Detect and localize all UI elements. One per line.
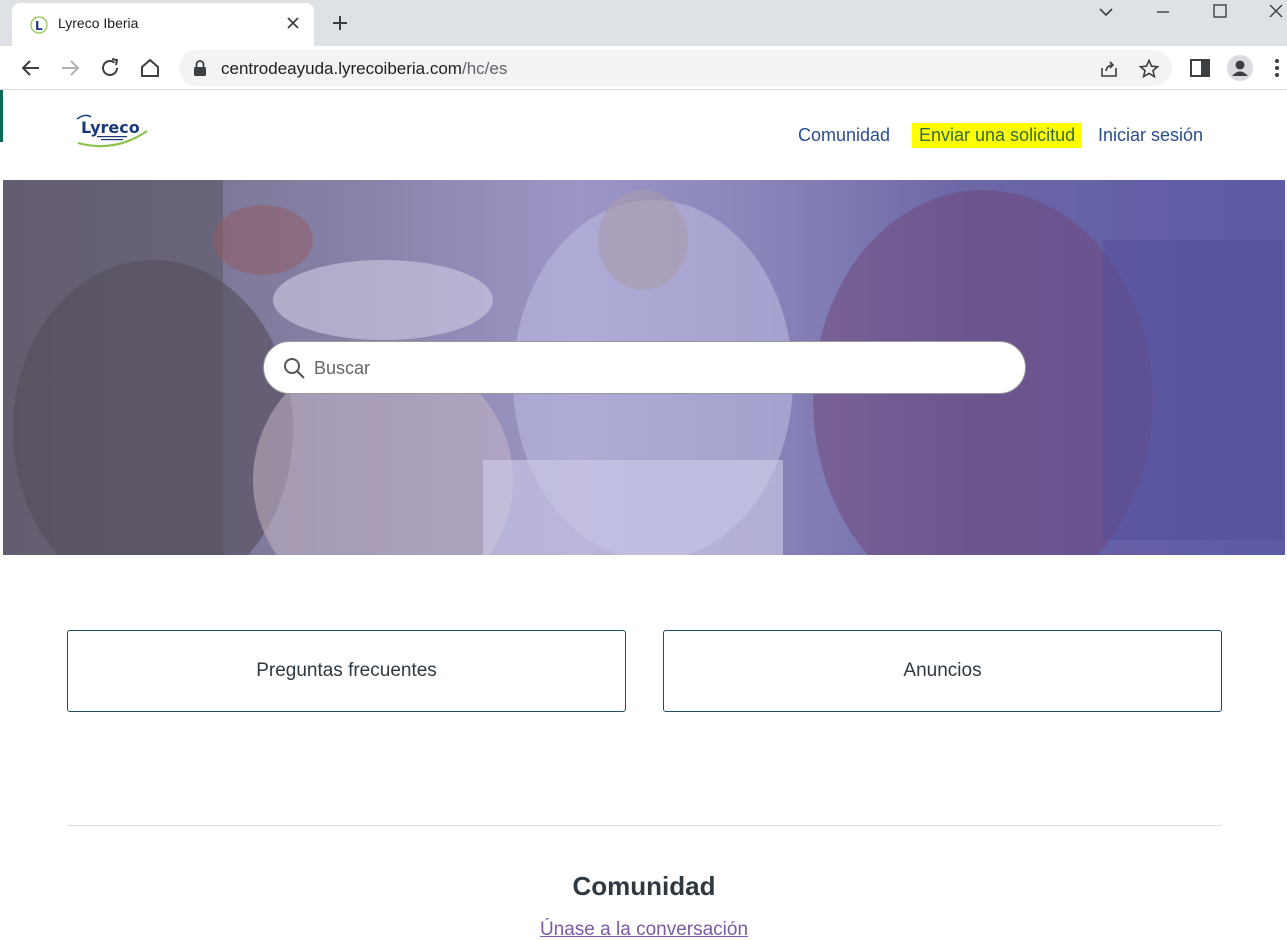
community-title: Comunidad: [572, 871, 716, 901]
url-path: /hc/es: [461, 59, 508, 78]
new-tab-icon[interactable]: [330, 13, 350, 33]
nav-link-enviar-solicitud[interactable]: Enviar una solicitud: [912, 123, 1083, 148]
url-host: centrodeayuda.lyrecoiberia.com: [221, 59, 462, 78]
search-box[interactable]: [263, 341, 1026, 394]
lock-icon[interactable]: [193, 60, 207, 76]
lyreco-favicon-icon: L: [30, 16, 48, 34]
category-card-anuncios[interactable]: Anuncios: [663, 630, 1222, 712]
minimize-icon[interactable]: [1151, 2, 1175, 22]
profile-avatar-icon[interactable]: [1226, 54, 1254, 82]
nav-link-comunidad[interactable]: Comunidad: [798, 125, 890, 146]
maximize-icon[interactable]: [1208, 2, 1232, 22]
join-conversation-link[interactable]: Únase a la conversación: [540, 919, 748, 940]
browser-window: L Lyreco Iberia centrodeayuda.lyrecoiber…: [0, 0, 1287, 940]
active-tab[interactable]: L Lyreco Iberia: [12, 3, 314, 46]
svg-text:L: L: [35, 19, 43, 33]
community-link-wrap: Únase a la conversación: [3, 919, 1285, 940]
url-text[interactable]: centrodeayuda.lyrecoiberia.com/hc/es: [221, 59, 507, 79]
back-arrow-icon[interactable]: [19, 56, 43, 80]
section-divider: [67, 825, 1222, 826]
address-bar[interactable]: centrodeayuda.lyrecoiberia.com/hc/es: [179, 50, 1172, 86]
browser-toolbar: centrodeayuda.lyrecoiberia.com/hc/es: [0, 46, 1287, 90]
forward-arrow-icon[interactable]: [58, 56, 82, 80]
close-tab-icon[interactable]: [284, 14, 302, 32]
lyreco-logo[interactable]: Lyreco: [75, 113, 153, 149]
share-icon[interactable]: [1098, 58, 1120, 80]
home-icon[interactable]: [138, 56, 162, 80]
nav-link-iniciar-sesion[interactable]: Iniciar sesión: [1098, 125, 1203, 146]
category-card-label: Preguntas frecuentes: [256, 660, 437, 681]
category-card-label: Anuncios: [903, 660, 982, 681]
reload-icon[interactable]: [98, 56, 122, 80]
tab-title: Lyreco Iberia: [58, 15, 139, 31]
category-card-preguntas-frecuentes[interactable]: Preguntas frecuentes: [67, 630, 626, 712]
close-window-icon[interactable]: [1264, 2, 1287, 22]
hero-banner: [3, 180, 1285, 555]
side-panel-icon[interactable]: [1188, 56, 1212, 80]
help-center-page: Lyreco Comunidad Enviar una solicitud In…: [3, 91, 1287, 940]
tab-bar: L Lyreco Iberia: [0, 0, 1287, 46]
logo-wordmark: Lyreco: [81, 118, 140, 137]
bookmark-star-icon[interactable]: [1138, 58, 1160, 80]
browser-menu-icon[interactable]: [1270, 56, 1284, 80]
tab-search-chevron-icon[interactable]: [1094, 2, 1118, 22]
search-icon: [284, 358, 305, 379]
search-input[interactable]: [314, 352, 1004, 384]
